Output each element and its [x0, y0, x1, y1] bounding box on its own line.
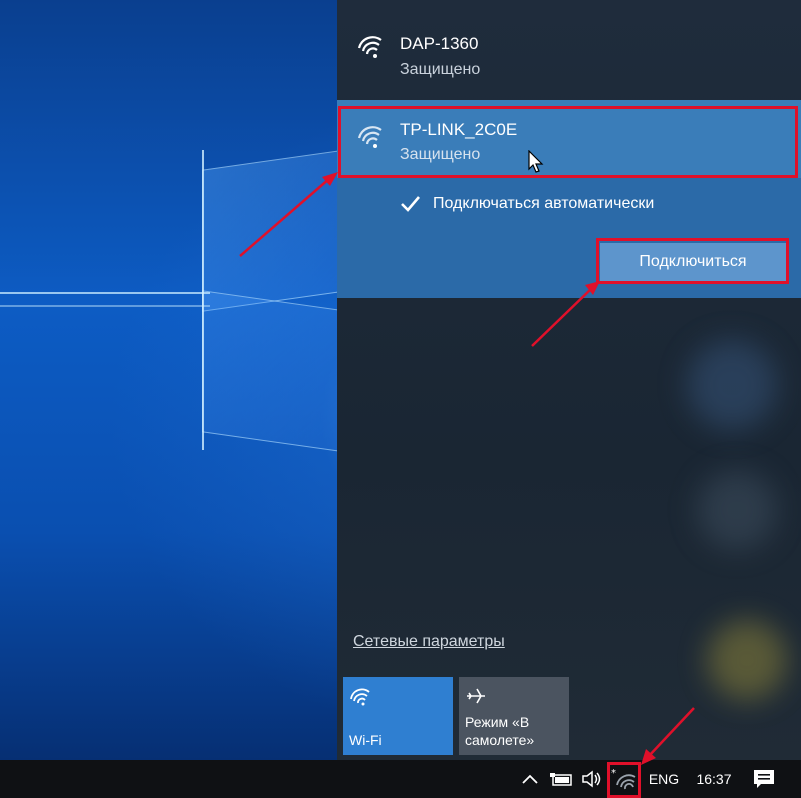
speaker-icon — [582, 770, 601, 788]
network-settings-link[interactable]: Сетевые параметры — [353, 633, 505, 651]
wifi-secured-icon — [357, 36, 382, 58]
background-blur — [697, 470, 777, 550]
quick-action-label: Wi-Fi — [349, 732, 382, 748]
wifi-icon — [350, 688, 370, 706]
light-beam — [202, 150, 204, 450]
chevron-up-icon — [522, 774, 538, 784]
highlight-box — [607, 762, 641, 798]
input-language-button[interactable]: ENG — [644, 760, 684, 798]
notification-icon — [754, 770, 774, 788]
network-item-dap-1360[interactable]: DAP-1360 Защищено — [337, 0, 801, 80]
taskbar: * ENG 16:37 — [0, 760, 801, 798]
quick-action-airplane-mode[interactable]: Режим «В самолете» — [459, 677, 569, 755]
background-blur — [687, 340, 777, 430]
auto-connect-row[interactable]: Подключаться автоматически — [399, 192, 654, 216]
network-flyout: DAP-1360 Защищено TP-LINK_2C0E Защищено … — [337, 0, 801, 760]
network-item-tp-link-expanded[interactable]: TP-LINK_2C0E Защищено Подключаться автом… — [337, 100, 801, 298]
auto-connect-label: Подключаться автоматически — [433, 195, 655, 212]
light-beam — [0, 305, 210, 307]
light-beam — [0, 292, 210, 294]
quick-action-label: Режим «В самолете» — [465, 714, 535, 748]
volume-button[interactable] — [579, 760, 605, 798]
battery-charging-icon — [550, 773, 572, 786]
network-status: Защищено — [400, 61, 481, 78]
battery-button[interactable] — [548, 760, 576, 798]
quick-action-wifi[interactable]: Wi-Fi — [343, 677, 453, 755]
checkbox-checked-icon[interactable] — [399, 193, 421, 215]
airplane-icon — [467, 688, 485, 704]
show-hidden-icons-button[interactable] — [519, 760, 541, 798]
background-blur — [707, 620, 787, 700]
network-ssid: DAP-1360 — [400, 34, 479, 53]
action-center-button[interactable] — [748, 760, 780, 798]
highlight-box — [596, 238, 789, 284]
highlight-box — [338, 106, 798, 178]
clock[interactable]: 16:37 — [689, 760, 739, 798]
